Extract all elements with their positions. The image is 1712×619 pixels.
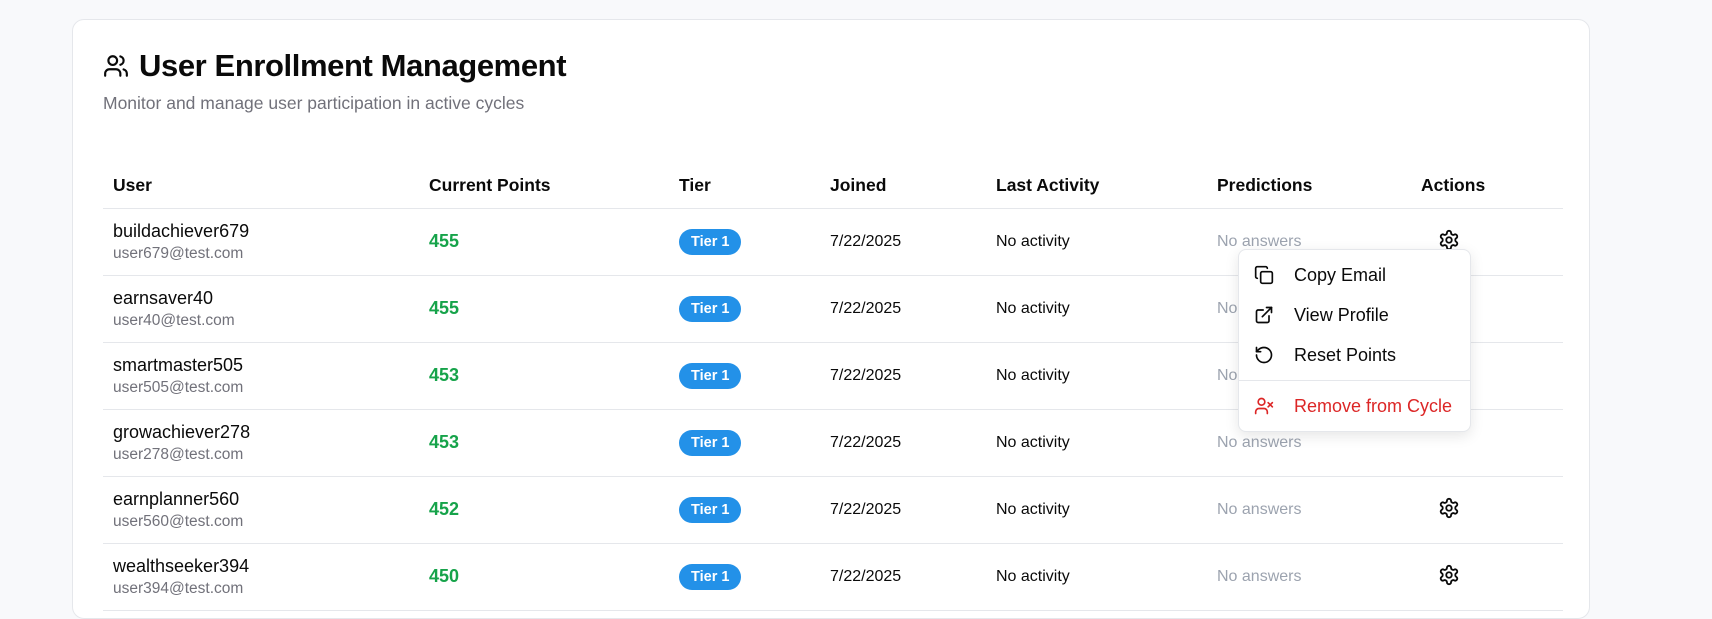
current-points: 453 xyxy=(429,432,460,452)
last-activity: No activity xyxy=(996,501,1070,518)
user-email: user278@test.com xyxy=(113,446,244,463)
joined-date: 7/22/2025 xyxy=(830,434,902,451)
column-header-predictions: Predictions xyxy=(1217,175,1313,195)
predictions-status: No answers xyxy=(1217,501,1302,518)
user-name: earnsaver40 xyxy=(113,288,214,308)
menu-item-label: View Profile xyxy=(1294,305,1389,325)
users-icon xyxy=(103,53,129,79)
tier-badge: Tier 1 xyxy=(679,564,742,590)
column-header-joined: Joined xyxy=(830,175,887,195)
gear-icon[interactable] xyxy=(1438,497,1462,521)
column-header-current-points: Current Points xyxy=(429,175,551,195)
current-points: 453 xyxy=(429,365,460,385)
card-header: User Enrollment Management Monitor and m… xyxy=(103,48,567,114)
user-name: growachiever278 xyxy=(113,422,251,442)
user-name: buildachiever679 xyxy=(113,221,250,241)
tier-badge: Tier 1 xyxy=(679,497,742,523)
menu-item-label: Copy Email xyxy=(1294,265,1387,285)
column-header-last-activity: Last Activity xyxy=(996,175,1100,195)
external-link-icon xyxy=(1255,306,1273,324)
current-points: 455 xyxy=(429,298,460,318)
current-points: 450 xyxy=(429,566,460,586)
user-email: user394@test.com xyxy=(113,580,244,597)
menu-item-label: Reset Points xyxy=(1294,345,1397,365)
tier-badge: Tier 1 xyxy=(679,296,742,322)
title-row: User Enrollment Management xyxy=(103,48,567,84)
last-activity: No activity xyxy=(996,233,1070,250)
user-name: earnplanner560 xyxy=(113,489,240,509)
menu-item-label: Remove from Cycle xyxy=(1294,396,1453,416)
row-actions-menu: Copy Email View Profile Reset Points Rem… xyxy=(1238,249,1471,432)
tier-badge: Tier 1 xyxy=(679,229,742,255)
last-activity: No activity xyxy=(996,367,1070,384)
table-row: earnplanner560 user560@test.com 452 Tier… xyxy=(103,477,1563,544)
current-points: 452 xyxy=(429,499,460,519)
column-header-tier: Tier xyxy=(679,175,711,195)
last-activity: No activity xyxy=(996,300,1070,317)
column-header-user: User xyxy=(113,175,152,195)
user-email: user40@test.com xyxy=(113,312,235,329)
predictions-status: No answers xyxy=(1217,568,1302,585)
joined-date: 7/22/2025 xyxy=(830,300,902,317)
copy-email-menu-item[interactable]: Copy Email xyxy=(1239,256,1470,294)
predictions-status: No answers xyxy=(1217,434,1302,451)
user-name: wealthseeker394 xyxy=(113,556,250,576)
last-activity: No activity xyxy=(996,568,1070,585)
table-row: wealthseeker394 user394@test.com 450 Tie… xyxy=(103,544,1563,611)
user-email: user679@test.com xyxy=(113,245,244,262)
joined-date: 7/22/2025 xyxy=(830,233,902,250)
user-email: user505@test.com xyxy=(113,379,244,396)
user-x-icon xyxy=(1254,397,1274,415)
user-email: user560@test.com xyxy=(113,513,244,530)
remove-from-cycle-menu-item[interactable]: Remove from Cycle xyxy=(1239,387,1470,425)
joined-date: 7/22/2025 xyxy=(830,501,902,518)
user-name: smartmaster505 xyxy=(113,355,244,375)
joined-date: 7/22/2025 xyxy=(830,367,902,384)
column-header-actions: Actions xyxy=(1421,175,1486,195)
table-header: User Current Points Tier Joined Last Act… xyxy=(103,146,1563,209)
reset-points-menu-item[interactable]: Reset Points xyxy=(1239,336,1470,374)
copy-icon xyxy=(1254,265,1274,285)
page-subtitle: Monitor and manage user participation in… xyxy=(103,93,525,113)
view-profile-menu-item[interactable]: View Profile xyxy=(1239,296,1470,334)
page-title: User Enrollment Management xyxy=(139,48,567,83)
menu-divider xyxy=(1239,380,1470,381)
last-activity: No activity xyxy=(996,434,1070,451)
tier-badge: Tier 1 xyxy=(679,430,742,456)
rotate-ccw-icon xyxy=(1255,346,1273,364)
gear-icon[interactable] xyxy=(1438,564,1462,588)
current-points: 455 xyxy=(429,231,460,251)
joined-date: 7/22/2025 xyxy=(830,568,902,585)
tier-badge: Tier 1 xyxy=(679,363,742,389)
